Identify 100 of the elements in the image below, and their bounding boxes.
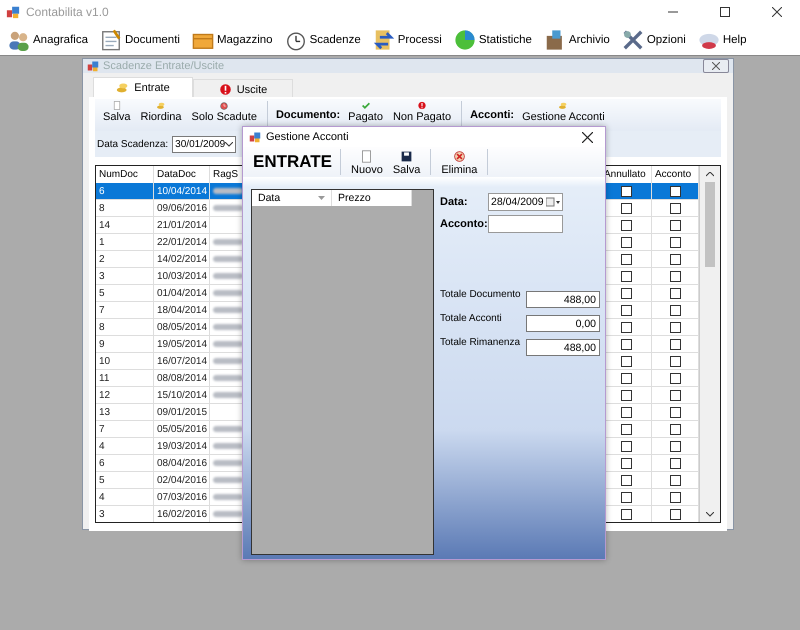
checkbox[interactable] [670, 288, 680, 298]
checkbox[interactable] [670, 440, 680, 452]
checkbox[interactable] [670, 474, 680, 486]
dialog-title: Gestione Acconti [266, 131, 350, 143]
blurred-text [213, 375, 243, 381]
toolbar-button[interactable]: Salva [390, 148, 422, 176]
checkbox[interactable] [620, 338, 632, 350]
toolbar-button[interactable]: Gestione Acconti [520, 99, 607, 123]
table-cell: 10 [96, 353, 154, 370]
toolbar-button[interactable]: Nuovo [349, 148, 385, 176]
checkbox[interactable] [620, 356, 632, 366]
table-cell: 12 [96, 387, 154, 404]
section-heading: ENTRATE [253, 152, 332, 172]
checkbox[interactable] [670, 508, 680, 520]
checkbox[interactable] [620, 424, 632, 434]
close-button[interactable] [703, 59, 729, 73]
checkbox[interactable] [670, 304, 680, 316]
chevron-up-icon [706, 172, 714, 176]
toolbar-button[interactable]: Elimina [439, 148, 480, 176]
menu-item[interactable]: Statistiche [452, 24, 534, 54]
table-cell: 8 [96, 200, 154, 217]
menu-item[interactable]: Documenti [98, 24, 182, 54]
input-field[interactable] [488, 215, 563, 233]
menu-item[interactable]: Help [696, 24, 748, 54]
alarm-clock-icon [218, 101, 230, 110]
table-cell: 6 [96, 183, 154, 200]
coins-icon [557, 101, 570, 110]
checkbox[interactable] [670, 202, 680, 214]
toolbar-button[interactable]: Non Pagato [390, 99, 454, 123]
checkbox[interactable] [670, 372, 680, 384]
checkbox[interactable] [620, 474, 632, 486]
table-cell: 5 [96, 285, 154, 302]
checkbox[interactable] [620, 220, 632, 230]
checkbox[interactable] [620, 304, 632, 316]
checkbox[interactable] [620, 458, 632, 468]
toolbar-button[interactable]: Solo Scadute [190, 99, 259, 123]
scrollbar[interactable] [699, 166, 720, 522]
checkbox[interactable] [620, 492, 632, 502]
date-picker[interactable]: 30/01/2009 [172, 136, 236, 152]
menu-item[interactable]: Magazzino [190, 24, 275, 54]
checkbox[interactable] [620, 254, 632, 264]
column-header[interactable]: Prezzo [332, 190, 412, 206]
checkbox[interactable] [620, 372, 632, 384]
tab[interactable]: Entrate [93, 77, 193, 97]
checkbox[interactable] [620, 186, 632, 196]
blurred-text [213, 273, 243, 279]
menu-item[interactable]: Anagrafica [6, 24, 90, 54]
field-label: Totale Acconti [440, 313, 502, 324]
table-cell: 16/07/2014 [154, 353, 210, 370]
checkbox[interactable] [670, 254, 680, 264]
table-cell: 08/08/2014 [154, 370, 210, 387]
table-cell: 14/02/2014 [154, 251, 210, 268]
toolbar-button[interactable]: Pagato [346, 99, 385, 123]
checkbox[interactable] [670, 390, 680, 400]
checkbox[interactable] [670, 406, 680, 418]
save-icon [400, 150, 414, 163]
date-picker[interactable]: 28/04/2009 [488, 193, 563, 211]
checkbox[interactable] [670, 322, 680, 332]
tab[interactable]: Uscite [193, 79, 293, 99]
checkbox[interactable] [620, 322, 632, 332]
table-cell: 5 [96, 472, 154, 489]
toolbar-button[interactable]: Salva [101, 99, 133, 123]
blurred-text [213, 324, 243, 330]
close-icon [772, 7, 782, 17]
toolbar-label: Acconti: [470, 109, 514, 121]
menu-item[interactable]: Archivio [542, 24, 612, 54]
table-cell: 05/05/2016 [154, 421, 210, 438]
chevron-icon [225, 142, 234, 146]
checkbox[interactable] [620, 202, 632, 214]
checkbox[interactable] [620, 406, 632, 418]
menu-item[interactable]: Opzioni [620, 24, 688, 54]
checkbox[interactable] [620, 508, 632, 520]
checkbox[interactable] [670, 356, 680, 366]
toolbar-button[interactable]: Riordina [138, 99, 184, 123]
menu-item[interactable]: Processi [370, 24, 444, 54]
scroll-thumb[interactable] [705, 182, 715, 267]
checkbox[interactable] [620, 236, 632, 248]
checkbox[interactable] [620, 390, 632, 400]
checkbox[interactable] [670, 220, 680, 230]
blurred-text [213, 307, 243, 313]
checkbox[interactable] [620, 440, 632, 452]
checkbox[interactable] [670, 338, 680, 350]
checkbox[interactable] [670, 424, 680, 434]
checkbox[interactable] [670, 270, 680, 282]
maximize-icon [720, 7, 730, 17]
blurred-text [213, 443, 243, 449]
blurred-text [213, 477, 243, 483]
checkbox[interactable] [620, 288, 632, 298]
menu-item[interactable]: Scadenze [282, 24, 363, 54]
column-header[interactable]: Data [252, 190, 332, 206]
checkbox[interactable] [670, 186, 680, 196]
checkbox[interactable] [620, 270, 632, 282]
table-cell: 4 [96, 438, 154, 455]
column-header[interactable]: Acconto [652, 166, 699, 183]
field-label: Acconto: [440, 218, 488, 230]
checkbox[interactable] [670, 458, 680, 468]
blurred-text [213, 426, 243, 432]
notepad-icon [100, 28, 122, 50]
checkbox[interactable] [670, 492, 680, 502]
checkbox[interactable] [670, 236, 680, 248]
